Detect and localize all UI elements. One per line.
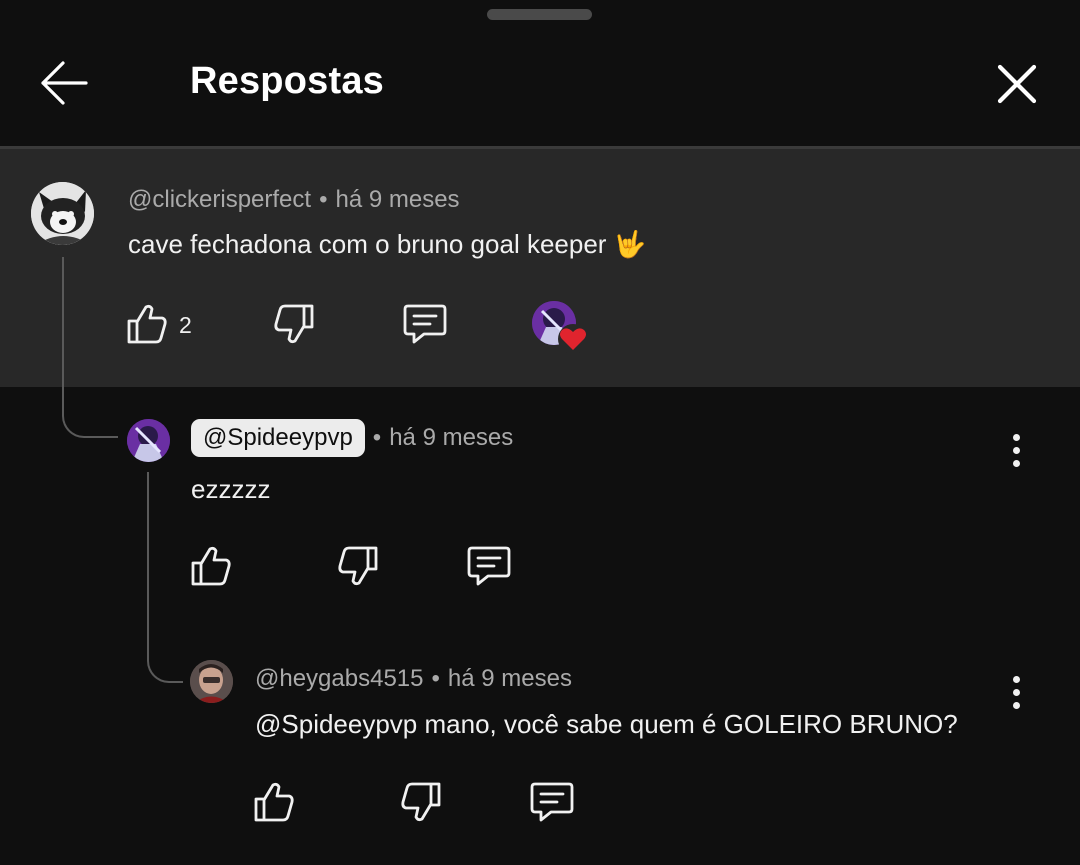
comment-meta: @clickerisperfect • há 9 meses [128,186,460,214]
arrow-left-icon [41,61,88,105]
thumbs-up-icon [191,546,231,586]
like-count: 2 [179,312,192,338]
comment-time: há 9 meses [389,424,514,451]
thread-connector [62,257,118,438]
comment-text: cave fechadona com o bruno goal keeper 🤟 [128,229,647,259]
replies-panel: Respostas @clickerisperfect • há 9 meses… [0,0,1080,865]
dislike-button[interactable] [328,536,388,596]
thumbs-up-icon [127,304,167,344]
thumbs-down-icon [338,546,378,586]
more-vertical-icon [1012,675,1020,683]
avatar[interactable] [127,419,170,462]
comment-icon [467,546,511,586]
dislike-button[interactable] [391,772,451,832]
back-button[interactable] [30,52,98,114]
more-vertical-icon [1012,446,1020,454]
close-icon [997,64,1037,104]
comment-author[interactable]: @heygabs4515 [255,665,424,692]
comment-meta: @Spideeypvp • há 9 meses [191,419,513,457]
comment-icon [403,304,447,344]
more-vertical-icon [1012,701,1020,709]
reply-button[interactable] [459,536,519,596]
more-vertical-icon [1012,688,1020,696]
avatar[interactable] [31,182,94,245]
more-options-button[interactable] [996,420,1036,480]
like-button[interactable] [244,772,304,832]
more-options-button[interactable] [996,662,1036,722]
avatar[interactable] [190,660,233,703]
comment-text: @Spideeypvp mano, você sabe quem é GOLEI… [255,709,958,739]
spideey-avatar-image [127,419,170,462]
comment-meta: @heygabs4515 • há 9 meses [255,665,572,693]
like-button[interactable] [181,536,241,596]
thumbs-down-icon [274,304,314,344]
page-title: Respostas [190,60,384,102]
reply-button[interactable] [522,772,582,832]
dislike-button[interactable] [264,294,324,354]
comment-icon [530,782,574,822]
more-vertical-icon [1012,433,1020,441]
meta-separator: • [372,424,382,451]
like-button[interactable] [117,294,177,354]
close-button[interactable] [985,52,1049,116]
thread-connector [147,472,183,683]
reply-button[interactable] [395,294,455,354]
comment-time: há 9 meses [447,665,572,692]
more-vertical-icon [1012,459,1020,467]
author-chip[interactable]: @Spideeypvp [191,419,365,457]
highlighted-comment: @clickerisperfect • há 9 meses cave fechad… [0,149,1080,387]
meta-separator: • [319,186,328,213]
meta-separator: • [431,665,440,692]
heygabs-avatar-image [190,660,233,703]
header: Respostas [0,0,1080,148]
thumbs-up-icon [254,782,294,822]
thumbs-down-icon [401,782,441,822]
comment-time: há 9 meses [335,186,460,213]
comment-author[interactable]: @clickerisperfect [128,186,311,213]
husky-avatar-image [31,182,94,245]
comment-text: ezzzzz [191,474,271,504]
heart-icon [558,324,588,354]
